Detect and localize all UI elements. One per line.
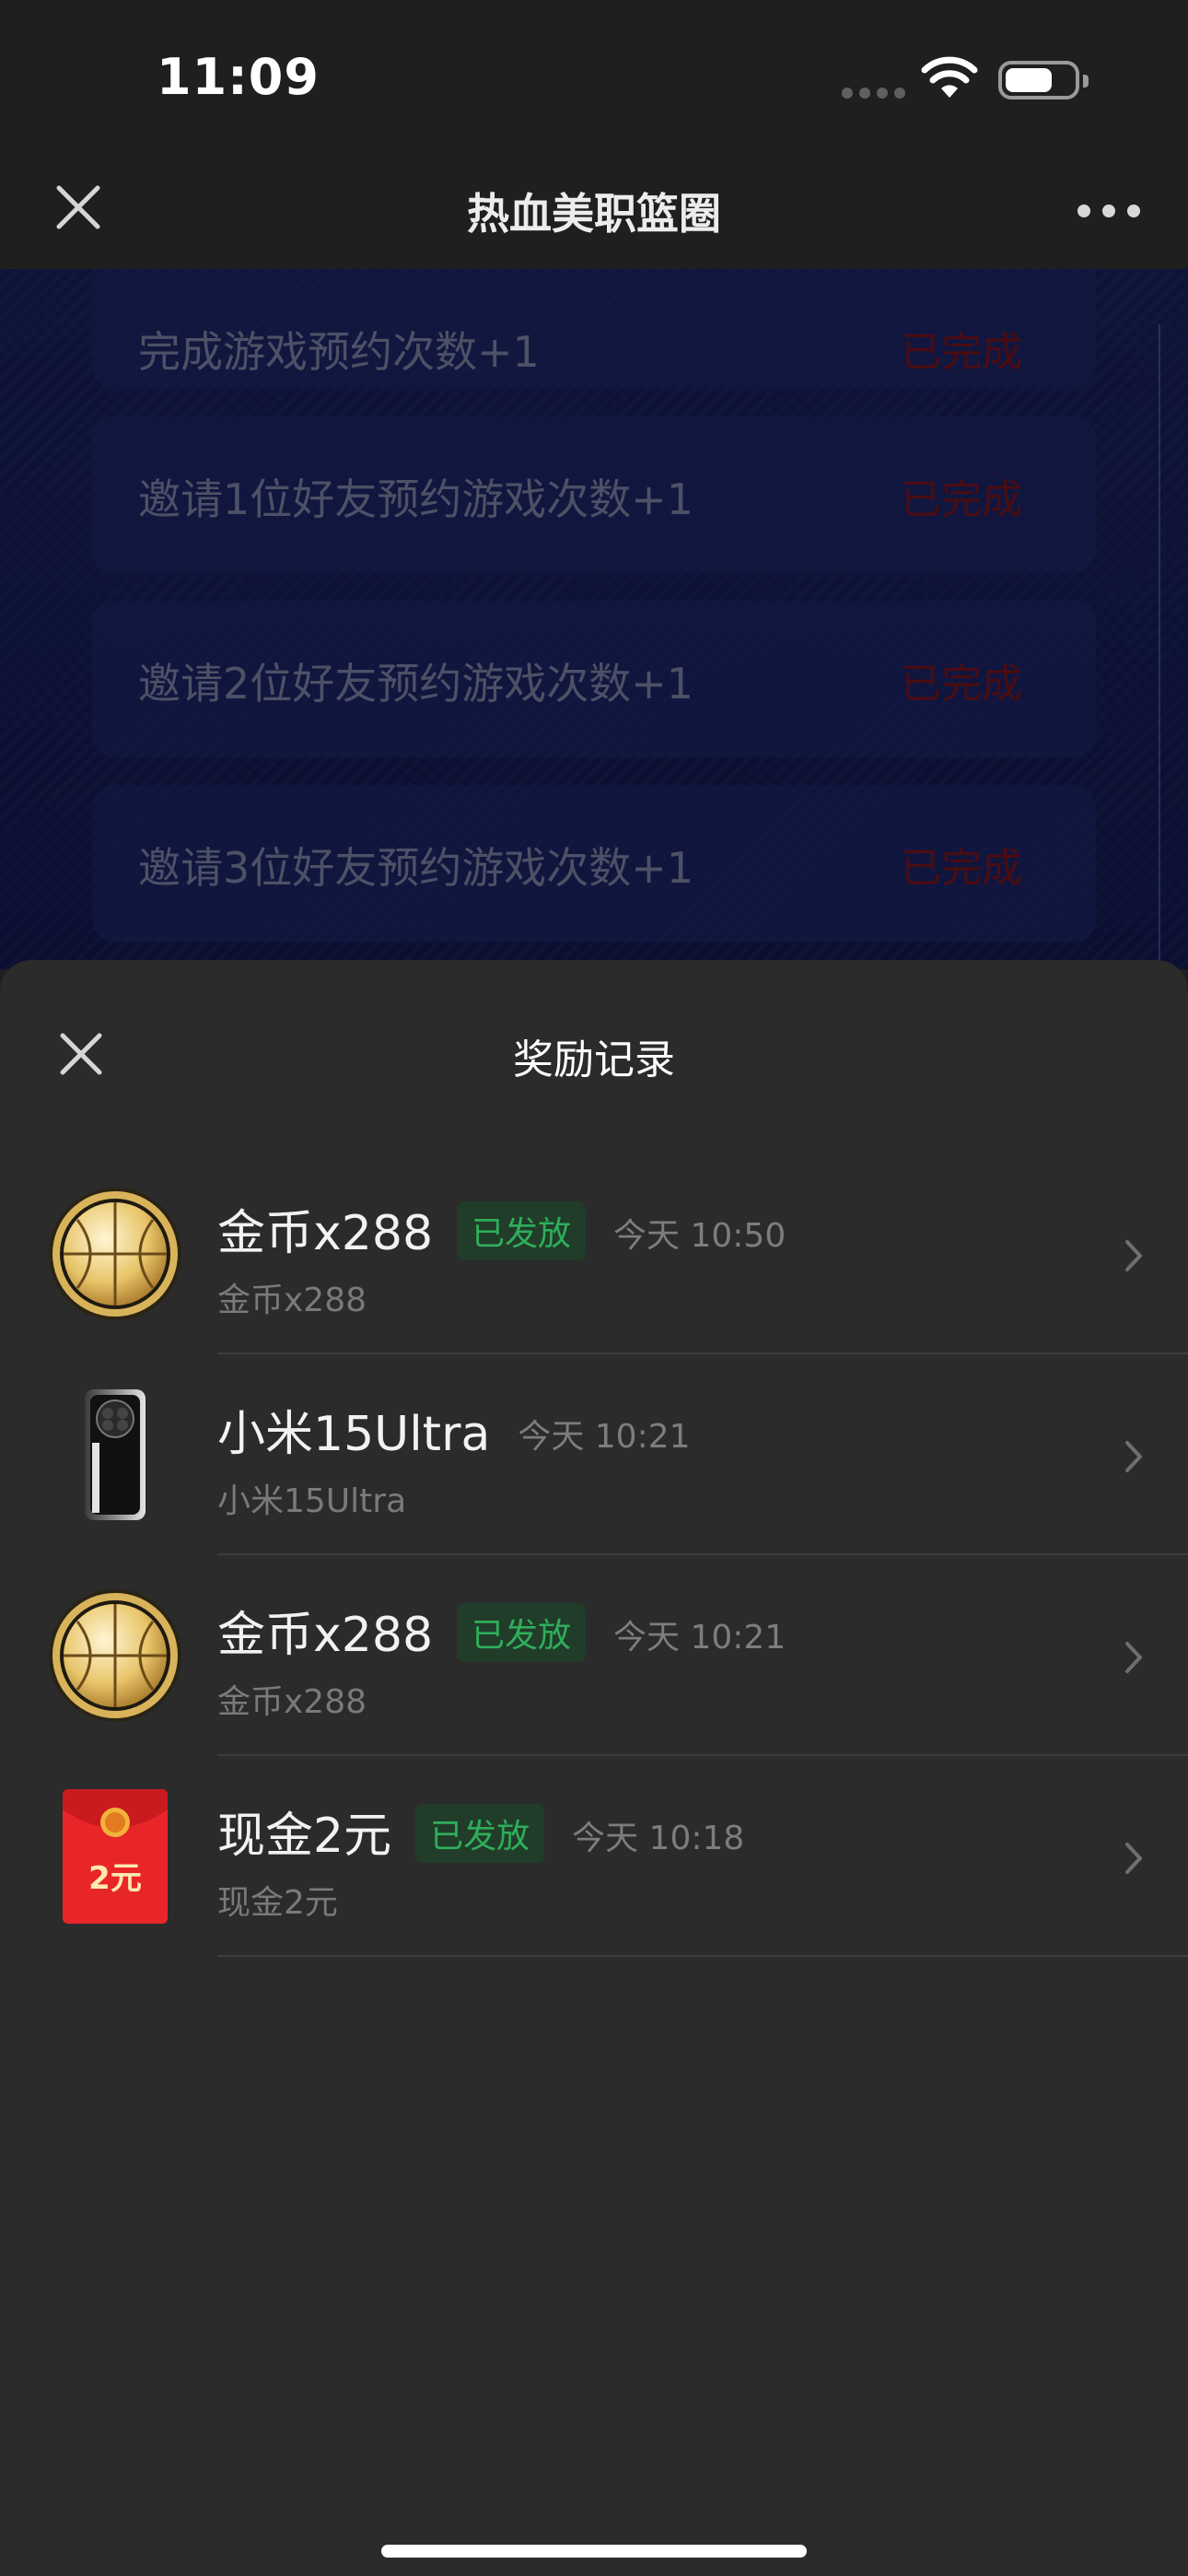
sheet-title: 奖励记录 [513, 1036, 675, 1083]
reward-time: 今天 10:50 [613, 1217, 786, 1255]
reward-title: 金币x288 [217, 1608, 434, 1663]
task-row: 完成游戏预约次数+1 已完成 [92, 269, 1096, 389]
envelope-text: 2元 [88, 1860, 142, 1897]
reward-title-row: 金币x288 已发放 今天 10:50 [217, 1194, 786, 1266]
chevron-right-icon [1125, 1240, 1142, 1271]
task-status: 已完成 [901, 329, 1022, 376]
reward-title: 现金2元 [217, 1809, 392, 1864]
phone-icon [85, 1389, 146, 1520]
reward-item[interactable]: 金币x288 已发放 今天 10:50 金币x288 [0, 1153, 1188, 1354]
page-title: 热血美职篮圈 [467, 189, 721, 239]
task-status: 已完成 [901, 845, 1022, 892]
home-indicator[interactable] [381, 2545, 807, 2558]
reward-subtitle: 金币x288 [217, 1683, 367, 1721]
task-status: 已完成 [901, 476, 1022, 523]
chevron-right-icon [1125, 1843, 1142, 1874]
red-envelope-icon: 2元 [63, 1789, 168, 1924]
reward-title-row: 金币x288 已发放 今天 10:21 [217, 1596, 786, 1668]
background-page: 完成游戏预约次数+1 已完成 邀请1位好友预约游戏次数+1 已完成 邀请2位好友… [0, 269, 1188, 969]
chevron-right-icon [1125, 1441, 1142, 1472]
reward-title-row: 现金2元 已发放 今天 10:18 [217, 1797, 744, 1868]
wifi-icon [921, 56, 978, 98]
decorative-side-bar [1159, 324, 1181, 969]
reward-title: 金币x288 [217, 1206, 434, 1261]
task-name: 邀请1位好友预约游戏次数+1 [138, 474, 694, 524]
task-name: 邀请3位好友预约游戏次数+1 [138, 843, 694, 893]
reward-title-row: 小米15Ultra 今天 10:21 [217, 1395, 691, 1464]
reward-time: 今天 10:21 [518, 1418, 691, 1456]
cellular-signal-icon [842, 88, 906, 100]
reward-list: 金币x288 已发放 今天 10:50 金币x288 小米15Ultra 今天 … [0, 1153, 1188, 1957]
task-row: 邀请2位好友预约游戏次数+1 已完成 [92, 601, 1096, 757]
task-row: 邀请1位好友预约游戏次数+1 已完成 [92, 416, 1096, 573]
chevron-right-icon [1125, 1642, 1142, 1673]
reward-subtitle: 现金2元 [217, 1884, 338, 1922]
reward-time: 今天 10:21 [613, 1619, 786, 1657]
reward-item[interactable]: 2元 现金2元 已发放 今天 10:18 现金2元 [0, 1756, 1188, 1957]
battery-icon [998, 61, 1089, 100]
reward-item[interactable]: 小米15Ultra 今天 10:21 小米15Ultra [0, 1354, 1188, 1555]
issued-badge: 已发放 [457, 1201, 587, 1260]
gold-coin-icon [49, 1589, 181, 1722]
gold-coin-icon [49, 1188, 181, 1320]
status-bar: 11:09 [0, 0, 1188, 151]
reward-subtitle: 金币x288 [217, 1282, 367, 1319]
divider [217, 1955, 1188, 1957]
task-status: 已完成 [901, 661, 1022, 708]
task-name: 完成游戏预约次数+1 [138, 327, 540, 377]
task-row: 邀请3位好友预约游戏次数+1 已完成 [92, 785, 1096, 942]
task-name: 邀请2位好友预约游戏次数+1 [138, 659, 694, 708]
status-time: 11:09 [157, 48, 320, 106]
reward-subtitle: 小米15Ultra [217, 1482, 407, 1520]
issued-badge: 已发放 [415, 1804, 545, 1863]
reward-title: 小米15Ultra [217, 1407, 491, 1462]
reward-time: 今天 10:18 [572, 1820, 745, 1857]
reward-item[interactable]: 金币x288 已发放 今天 10:21 金币x288 [0, 1555, 1188, 1756]
reward-record-sheet: 奖励记录 金币x288 已发放 今天 10:50 金币x288 小米15Ultr… [0, 960, 1188, 2576]
issued-badge: 已发放 [457, 1603, 587, 1662]
